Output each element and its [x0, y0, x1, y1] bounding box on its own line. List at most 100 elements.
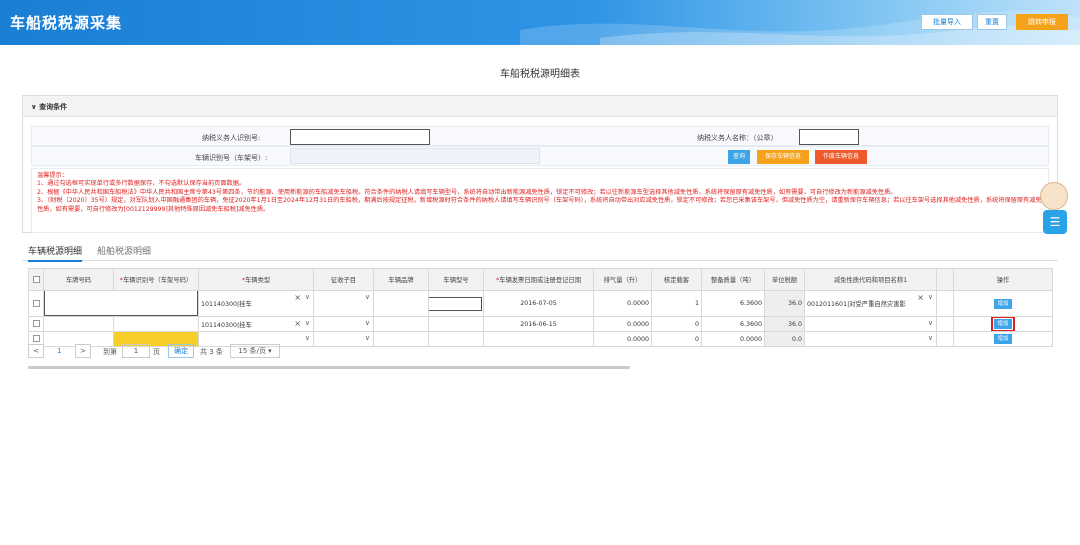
vin-cell[interactable] [43, 290, 199, 317]
col-exemption: 减免性质代码和项目名称1 [804, 268, 937, 291]
taxpayer-name-label: 纳税义务人名称：（公章） [697, 134, 778, 142]
chevron-down-icon: ∨ [304, 293, 310, 301]
curb-weight-cell[interactable]: 6.3600 [701, 316, 765, 332]
page-unit-label: 页 [153, 348, 160, 356]
form-icon[interactable]: ☰ [1043, 210, 1067, 234]
add-row-button[interactable]: 增加 [994, 298, 1012, 309]
col-curb-weight: 整备质量（吨） [701, 268, 765, 291]
displacement-cell[interactable]: 0.0000 [593, 331, 652, 347]
tax-item-select[interactable]: ∨ [313, 316, 374, 332]
blank-cell [936, 316, 954, 332]
void-vehicle-button[interactable]: 作废车辆信息 [815, 150, 867, 164]
tips-line-3: 3、（财税〔2020〕35号）规定，对军队划入中国融通集团的车辆，免征2020年… [37, 197, 1042, 213]
batch-import-button[interactable]: 批量导入 [921, 14, 973, 30]
model-cell[interactable] [428, 316, 484, 332]
seats-cell[interactable]: 1 [651, 290, 702, 317]
chevron-down-icon: ∨ [304, 319, 310, 327]
clear-icon: × [294, 319, 301, 328]
plate-cell[interactable] [43, 316, 114, 332]
add-row-button[interactable]: 增加 [994, 334, 1012, 344]
chevron-down-icon: ∨ [927, 334, 933, 342]
select-all-checkbox[interactable] [28, 268, 44, 291]
chevron-down-icon: ∨ [364, 319, 370, 327]
action-cell: 增加 [953, 316, 1053, 332]
action-cell: 增加 [953, 290, 1053, 317]
goto-label: 到第 [103, 348, 117, 356]
blank-cell [936, 331, 954, 347]
vin-input[interactable] [290, 148, 540, 164]
chevron-down-icon: ∨ [364, 293, 370, 301]
displacement-cell[interactable]: 0.0000 [593, 290, 652, 317]
current-page[interactable]: 1 [57, 347, 61, 355]
exemption-select[interactable]: ∨ [804, 316, 937, 332]
assistant-avatar-icon[interactable] [1040, 182, 1068, 210]
app-header: 车船税税源采集 批量导入 重置 跳转申报 [0, 0, 1080, 45]
seats-cell[interactable]: 0 [651, 331, 702, 347]
vehicle-type-select[interactable]: 101140300|挂车 × ∨ [198, 290, 314, 317]
col-model: 车辆型号 [428, 268, 484, 291]
table-row: 101140300|挂车 × ∨ ∨ 2016-06-15 0.0000 0 6.3… [28, 316, 1053, 332]
prev-page-button[interactable]: < [28, 344, 44, 358]
table-row: 101140300|挂车 × ∨ ∨ 2016-07-05 0.0000 1 6.3… [28, 290, 1053, 317]
curb-weight-cell[interactable]: 0.0000 [701, 331, 765, 347]
col-displacement: 排气量（升） [593, 268, 652, 291]
query-row-taxpayer: 纳税义务人识别号: 纳税义务人名称：（公章） [31, 126, 1049, 146]
vehicle-table: 车牌号码 *车辆识别号（车架号码） *车辆类型 征收子目 车辆品牌 车辆型号 *… [28, 268, 1053, 347]
taxpayer-name-input[interactable] [799, 129, 859, 145]
chevron-down-icon: ∨ [927, 293, 933, 301]
model-cell[interactable] [428, 331, 484, 347]
query-panel-header[interactable]: ∨ 查询条件 [23, 96, 1057, 117]
add-row-button[interactable]: 增加 [991, 317, 1015, 331]
model-cell[interactable] [428, 290, 484, 317]
reset-button[interactable]: 重置 [977, 14, 1007, 30]
jump-declare-button[interactable]: 跳转申报 [1016, 14, 1068, 30]
chevron-down-icon: ∨ [927, 319, 933, 327]
col-seats: 核定载客 [651, 268, 702, 291]
query-button[interactable]: 查询 [728, 150, 750, 164]
col-blank [936, 268, 954, 291]
goto-page-input[interactable]: 1 [122, 344, 150, 358]
caret-down-icon: ▾ [268, 347, 272, 355]
row-checkbox[interactable] [28, 290, 44, 317]
exemption-select[interactable]: 0012011601|对受严重自然灾害影 × ∨ [804, 290, 937, 317]
col-plate-number: 车牌号码 [43, 268, 114, 291]
pagination: < 1 > 到第 1 页 确定 共 3 条 15 条/页 ▾ [28, 344, 428, 358]
col-action: 操作 [953, 268, 1053, 291]
next-page-button[interactable]: > [75, 344, 91, 358]
col-vin: *车辆识别号（车架号码） [113, 268, 199, 291]
query-row-vin: 车辆识别号（车架号）: 查询 保存车辆信息 作废车辆信息 [31, 146, 1049, 166]
invoice-date-cell[interactable]: 2016-06-15 [483, 316, 594, 332]
invoice-date-cell[interactable]: 2016-07-05 [483, 290, 594, 317]
tips-line-2: 2、根据《中华人民共和国车船税法》中华人民共和国主席令第43号第四条，节约能源、… [37, 188, 897, 196]
chevron-down-icon: ∨ [364, 334, 370, 342]
tab-vehicle-detail[interactable]: 车辆税源明细 [28, 244, 83, 262]
curb-weight-cell[interactable]: 6.3600 [701, 290, 765, 317]
app-title: 车船税税源采集 [10, 14, 123, 32]
tab-ship-detail[interactable]: 船舶税源明细 [97, 244, 151, 257]
save-vehicle-button[interactable]: 保存车辆信息 [757, 150, 809, 164]
table-header-row: 车牌号码 *车辆识别号（车架号码） *车辆类型 征收子目 车辆品牌 车辆型号 *… [28, 268, 1053, 291]
action-cell: 增加 [953, 331, 1053, 347]
clear-icon: × [917, 293, 924, 302]
vin-label: 车辆识别号（车架号）: [195, 154, 268, 162]
vehicle-type-select[interactable]: 101140300|挂车 × ∨ [198, 316, 314, 332]
seats-cell[interactable]: 0 [651, 316, 702, 332]
horizontal-scrollbar[interactable] [28, 366, 630, 369]
exemption-select[interactable]: ∨ [804, 331, 937, 347]
vin-cell[interactable] [113, 316, 199, 332]
displacement-cell[interactable]: 0.0000 [593, 316, 652, 332]
total-count: 共 3 条 [200, 348, 223, 356]
tips-line-1: 1、通过勾选框可实现单行或多行数据保存，不勾选默认保存当前页面数据。 [37, 180, 246, 188]
brand-cell[interactable] [373, 316, 429, 332]
taxpayer-id-input[interactable] [290, 129, 430, 145]
brand-cell[interactable] [373, 290, 429, 317]
col-brand: 车辆品牌 [373, 268, 429, 291]
tax-item-select[interactable]: ∨ [313, 290, 374, 317]
chevron-down-icon: ∨ [31, 103, 37, 111]
unit-tax-cell: 36.0 [764, 316, 805, 332]
row-checkbox[interactable] [28, 316, 44, 332]
blank-cell [936, 290, 954, 317]
invoice-date-cell[interactable] [483, 331, 594, 347]
page-size-select[interactable]: 15 条/页 ▾ [230, 344, 280, 358]
goto-confirm-button[interactable]: 确定 [168, 344, 194, 358]
